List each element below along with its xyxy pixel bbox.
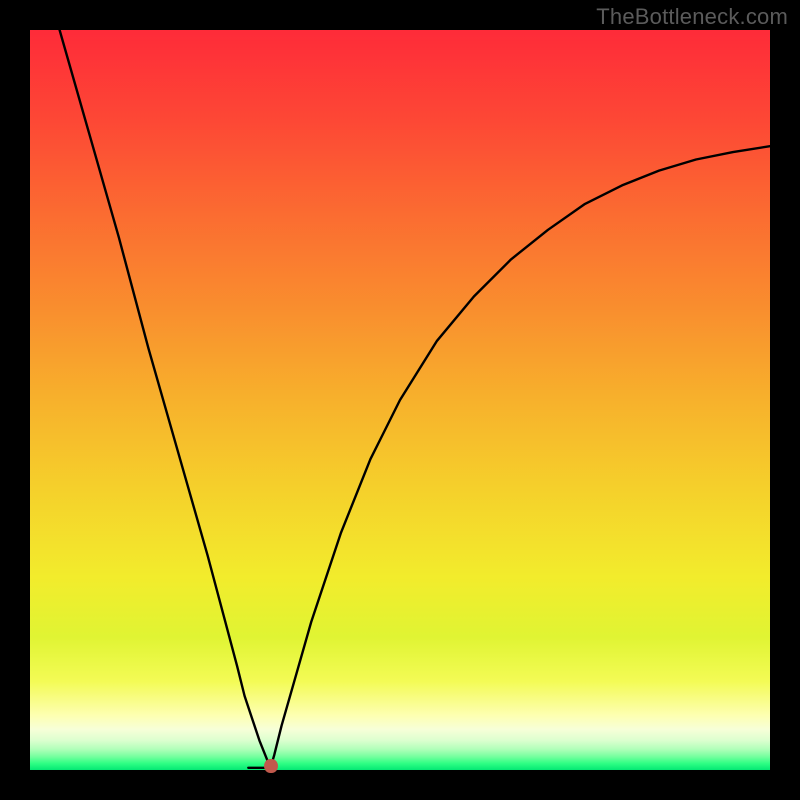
minimum-marker-dot	[264, 759, 278, 773]
curve-left-branch	[60, 30, 271, 768]
watermark-text: TheBottleneck.com	[596, 4, 788, 30]
curve-svg	[30, 30, 770, 770]
plot-area	[30, 30, 770, 770]
curve-right-branch	[271, 146, 771, 768]
chart-stage: TheBottleneck.com	[0, 0, 800, 800]
